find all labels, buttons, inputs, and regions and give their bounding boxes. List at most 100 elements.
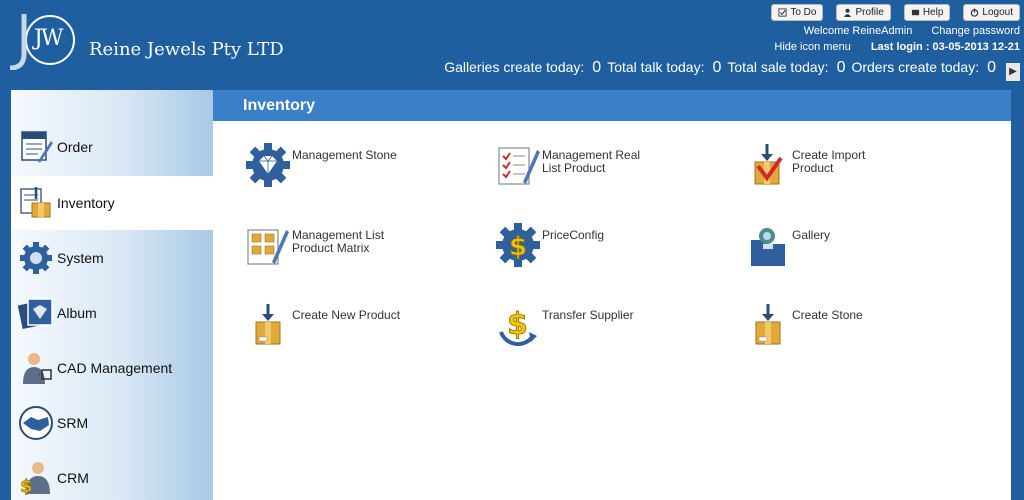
dollar-transfer-icon: $ (494, 301, 542, 349)
sidebar-item-order[interactable]: Order (11, 120, 213, 174)
logo: JW (6, 10, 78, 71)
cad-icon (17, 349, 55, 387)
dollar-gear-icon: $ (494, 221, 542, 269)
tile-management-list-product-matrix[interactable]: Management List Product Matrix (244, 221, 412, 269)
tile-priceconfig[interactable]: $ PriceConfig (494, 221, 662, 269)
sidebar-item-label: System (57, 250, 104, 266)
profile-label: Profile (855, 7, 884, 18)
stat-label: Total talk today: (607, 59, 705, 75)
tile-management-stone[interactable]: Management Stone (244, 141, 412, 189)
tile-label-line1: Create New Product (292, 308, 401, 322)
sidebar-item-label: SRM (57, 415, 89, 431)
help-button[interactable]: Help (903, 4, 951, 21)
tile-label-line2: Product (792, 161, 834, 175)
tile-label: Management List Product Matrix (292, 229, 412, 255)
crm-icon: $ (17, 459, 55, 497)
company-name: Reine Jewels Pty LTD (89, 39, 284, 60)
tile-create-new-product[interactable]: Create New Product (244, 301, 412, 349)
tile-label-line2: List Product (542, 161, 606, 175)
top-buttons: To Do Profile Help Logout (771, 4, 1020, 21)
stat-label: Total sale today: (727, 59, 829, 75)
page-title: Inventory (213, 90, 1011, 121)
tile-label: Gallery (792, 229, 912, 242)
stat-value: 0 (592, 59, 602, 76)
tile-label-line1: Create Stone (792, 308, 863, 322)
sidebar-item-label: Order (57, 139, 93, 155)
hide-icon-menu-link[interactable]: Hide icon menu (774, 41, 850, 53)
logout-button[interactable]: Logout (963, 4, 1020, 21)
sidebar-item-system[interactable]: System (11, 231, 213, 285)
svg-text:$: $ (507, 307, 528, 342)
sidebar-item-crm[interactable]: $ CRM (11, 451, 213, 500)
tile-label: Management Stone (292, 149, 412, 162)
right-edge (1011, 90, 1024, 500)
order-icon (17, 128, 55, 166)
tile-management-real-list-product[interactable]: Management Real List Product (494, 141, 662, 189)
tile-gallery[interactable]: Gallery (744, 221, 912, 269)
stat-label: Orders create today: (851, 59, 980, 75)
logo-initials: JW (34, 26, 63, 51)
system-gear-icon (17, 239, 55, 277)
stat-value: 0 (836, 59, 846, 76)
album-icon (17, 294, 55, 332)
gallery-folder-icon (744, 221, 792, 269)
power-icon (971, 8, 979, 17)
checklist-icon (494, 141, 542, 189)
sidebar-item-srm[interactable]: SRM (11, 396, 213, 450)
tile-label-line1: Transfer Supplier (542, 308, 634, 322)
welcome-row: Welcome ReineAdmin Change password (804, 25, 1020, 37)
ticker-scroll-arrow[interactable]: ▶ (1006, 62, 1020, 81)
sidebar-item-label: CRM (57, 470, 89, 486)
main-panel: Inventory Management Stone Management Re… (213, 90, 1011, 500)
sidebar-item-label: Album (57, 305, 97, 321)
sidebar-item-inventory[interactable]: Inventory (11, 176, 213, 230)
checkbox-icon (778, 8, 787, 17)
stone-box-icon (744, 301, 792, 349)
tile-label: Create Stone (792, 309, 912, 322)
tile-create-import-product[interactable]: Create Import Product (744, 141, 912, 189)
tile-label: Management Real List Product (542, 149, 662, 175)
tile-label: Create Import Product (792, 149, 912, 175)
tile-label-line1: Create Import (792, 148, 866, 162)
inventory-icon (17, 184, 55, 222)
help-icon (911, 9, 919, 16)
welcome-text: Welcome ReineAdmin (803, 25, 913, 37)
sidebar-item-album[interactable]: Album (11, 286, 213, 340)
logout-label: Logout (982, 7, 1013, 18)
stat-value: 0 (987, 59, 996, 76)
change-password-link[interactable]: Change password (931, 25, 1020, 37)
todo-button[interactable]: To Do (771, 4, 824, 21)
last-login: Last login : 03-05-2013 12-21 (870, 41, 1020, 53)
diamond-gear-icon (244, 141, 292, 189)
matrix-icon (244, 221, 292, 269)
sidebar: Order Inventory System Album CAD Managem… (11, 90, 213, 500)
tile-label-line1: Management Stone (292, 148, 397, 162)
tile-label-line1: PriceConfig (542, 228, 605, 242)
header: JW Reine Jewels Pty LTD To Do Profile He… (0, 0, 1024, 90)
sidebar-item-label: Inventory (57, 195, 115, 211)
tile-label-line1: Gallery (792, 228, 831, 242)
tile-label-line1: Management List (292, 228, 385, 242)
profile-button[interactable]: Profile (836, 4, 891, 21)
tile-label: Transfer Supplier (542, 309, 662, 322)
new-box-icon (244, 301, 292, 349)
tile-create-stone[interactable]: Create Stone (744, 301, 912, 349)
stat-label: Galleries create today: (444, 59, 585, 75)
todo-label: To Do (790, 7, 817, 18)
tile-transfer-supplier[interactable]: $ Transfer Supplier (494, 301, 662, 349)
handshake-icon (17, 404, 55, 442)
user-icon (844, 8, 852, 17)
sidebar-item-cad-management[interactable]: CAD Management (11, 341, 213, 395)
svg-text:$: $ (509, 232, 527, 262)
tile-label-line1: Management Real (542, 148, 641, 162)
stat-value: 0 (712, 59, 722, 76)
tile-label: Create New Product (292, 309, 412, 322)
help-label: Help (922, 7, 944, 18)
tile-label: PriceConfig (542, 229, 662, 242)
import-box-icon (744, 141, 792, 189)
stats-row: Galleries create today: 0 Total talk toda… (444, 59, 1020, 81)
svg-text:$: $ (20, 476, 33, 496)
sidebar-item-label: CAD Management (57, 360, 173, 376)
tile-label-line2: Product Matrix (292, 241, 370, 255)
login-row: Hide icon menu Last login : 03-05-2013 1… (774, 41, 1020, 53)
